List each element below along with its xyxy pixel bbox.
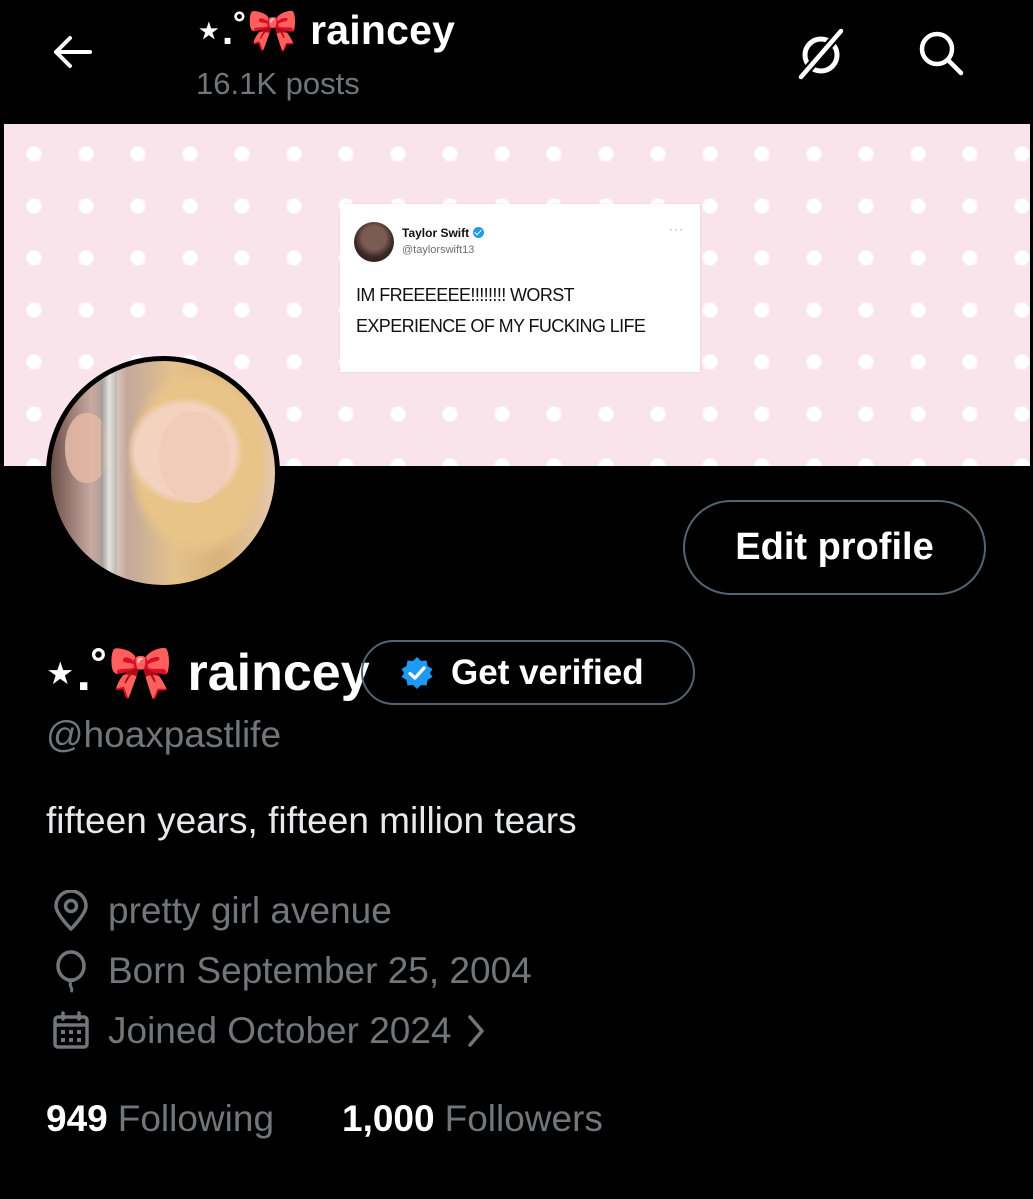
- banner-tweet-screenshot: Taylor Swift @taylorswift13 ··· IM FREEE…: [340, 204, 700, 372]
- more-icon: ···: [669, 222, 684, 236]
- balloon-icon: [48, 948, 94, 994]
- tweet-author-handle: @taylorswift13: [402, 244, 475, 256]
- tweet-author-avatar: [354, 222, 394, 262]
- top-bar: ⋆.˚🎀 raincey 16.1K posts: [0, 0, 1033, 124]
- profile-birthday: Born September 25, 2004: [48, 948, 532, 994]
- followers-label: Followers: [444, 1098, 603, 1139]
- header-display-name: ⋆.˚🎀 raincey: [196, 7, 456, 53]
- location-text: pretty girl avenue: [108, 890, 392, 931]
- profile-location: pretty girl avenue: [48, 888, 392, 934]
- verified-badge-icon: [473, 227, 485, 238]
- profile-display-name: ⋆.˚🎀 raincey: [44, 644, 370, 702]
- grok-icon: [796, 26, 846, 81]
- grok-button[interactable]: [790, 22, 852, 84]
- tweet-author-name: Taylor Swift: [402, 226, 470, 240]
- followers-count: 1,000: [342, 1098, 435, 1139]
- edit-profile-button[interactable]: Edit profile: [683, 500, 986, 595]
- joined-text: Joined October 2024: [108, 1010, 452, 1051]
- back-button[interactable]: [44, 28, 100, 76]
- get-verified-label: Get verified: [451, 652, 644, 692]
- following-link[interactable]: 949 Following: [46, 1098, 274, 1140]
- chevron-right-icon: [464, 1013, 488, 1049]
- profile-bio: fifteen years, fifteen million tears: [46, 800, 577, 841]
- profile-avatar[interactable]: [46, 356, 280, 590]
- avatar-face: [159, 411, 229, 503]
- birthday-text: Born September 25, 2004: [108, 950, 532, 991]
- avatar-mirror-edge: [101, 361, 117, 585]
- profile-handle: @hoaxpastlife: [46, 714, 282, 755]
- header-post-count: 16.1K posts: [196, 66, 360, 101]
- following-count: 949: [46, 1098, 108, 1139]
- location-pin-icon: [48, 888, 94, 934]
- search-button[interactable]: [910, 22, 972, 84]
- get-verified-button[interactable]: Get verified: [361, 640, 695, 705]
- followers-link[interactable]: 1,000 Followers: [342, 1098, 603, 1140]
- search-icon: [919, 31, 964, 76]
- profile-joined[interactable]: Joined October 2024: [48, 1008, 488, 1054]
- verified-badge-icon: [399, 655, 435, 691]
- tweet-text: IM FREEEEEE!!!!!!!! WORST EXPERIENCE OF …: [356, 285, 646, 336]
- calendar-icon: [48, 1008, 94, 1054]
- following-label: Following: [117, 1098, 275, 1139]
- arrow-left-icon: [54, 36, 92, 68]
